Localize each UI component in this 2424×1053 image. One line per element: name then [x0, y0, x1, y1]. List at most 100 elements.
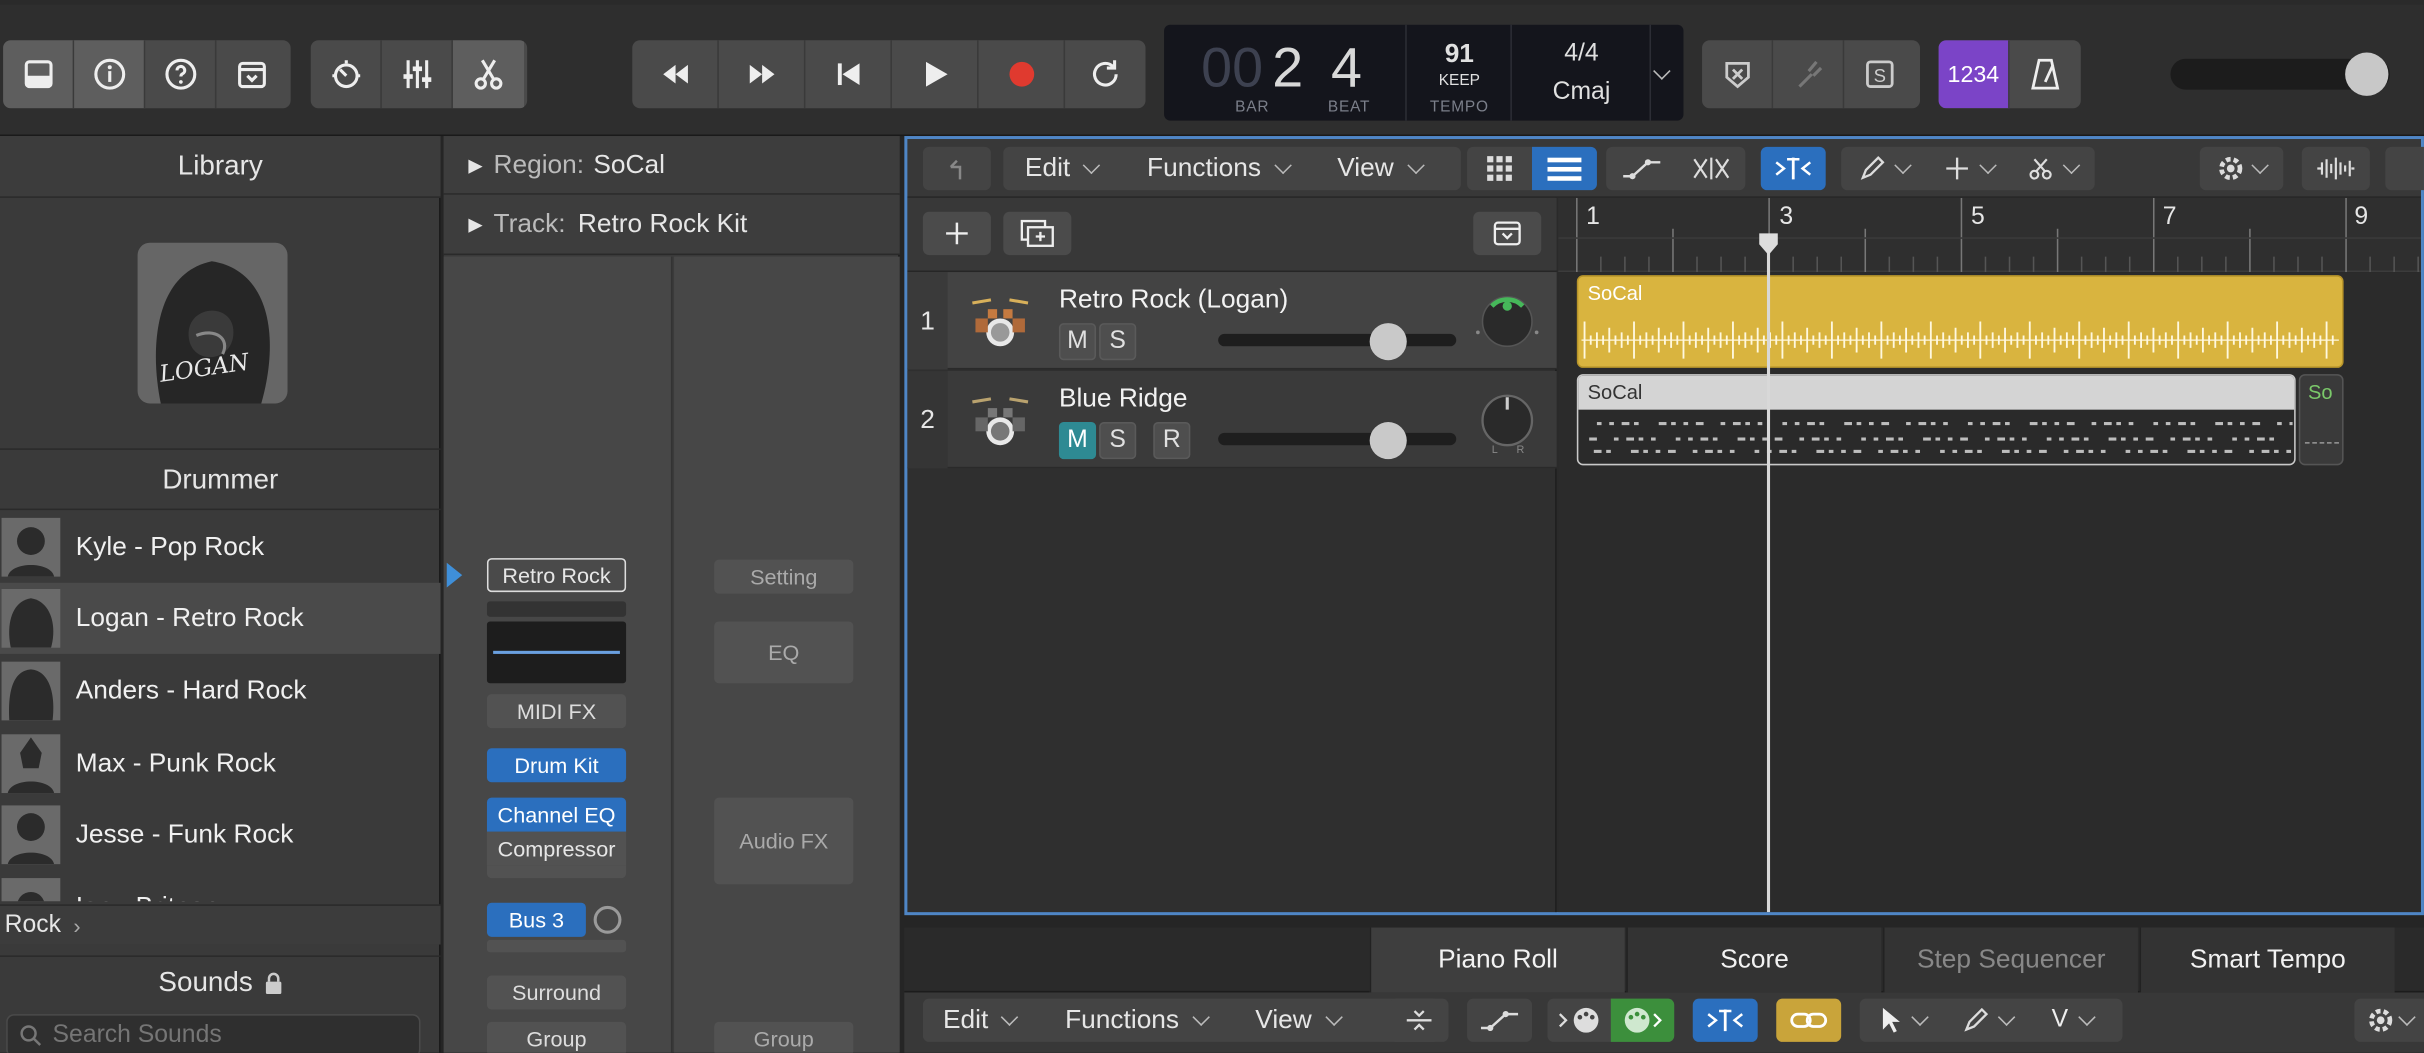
overflow-button[interactable] [2385, 146, 2424, 191]
library-button[interactable] [3, 40, 75, 109]
list-item-ian[interactable]: Ian - Britpop [0, 872, 441, 902]
duplicate-track-button[interactable] [1003, 211, 1072, 256]
eq-bar[interactable] [486, 601, 627, 617]
region-socal-track2[interactable]: SoCal [1576, 374, 2296, 466]
list-item-logan[interactable]: Logan - Retro Rock [0, 582, 441, 654]
setting-button-right[interactable]: Setting [714, 559, 854, 594]
list-item-jesse[interactable]: Jesse - Funk Rock [0, 799, 441, 870]
editor-settings-button[interactable] [2354, 998, 2424, 1042]
lcd-menu-button[interactable] [1651, 25, 1682, 121]
editor-catch-button[interactable] [1692, 998, 1758, 1042]
mute-button[interactable]: M [1058, 422, 1097, 460]
smart-controls-button[interactable] [311, 40, 382, 109]
editor-pencil-tool[interactable] [1945, 1007, 2030, 1033]
solo-mode-button[interactable]: S [1844, 40, 1915, 108]
breadcrumb[interactable]: Rock › [0, 904, 441, 945]
pan-knob[interactable] [1473, 288, 1541, 356]
toolbar-button[interactable] [216, 40, 287, 108]
solo-button[interactable]: S [1099, 422, 1137, 460]
automation-button[interactable] [1606, 147, 1676, 190]
edit-menu[interactable]: Edit [1025, 147, 1101, 190]
track-header[interactable]: ▶ Track: Retro Rock Kit [443, 194, 900, 256]
master-volume-knob[interactable] [2345, 52, 2389, 96]
eq-display[interactable] [486, 621, 627, 684]
record-enable-button[interactable]: R [1153, 422, 1191, 460]
fx-slot-channel-eq[interactable]: Channel EQ [486, 797, 627, 832]
fx-slot-empty[interactable] [486, 865, 627, 879]
solo-button[interactable]: S [1099, 323, 1137, 361]
send-level-knob[interactable] [593, 905, 622, 934]
replace-button[interactable] [1702, 40, 1774, 109]
rewind-button[interactable] [632, 40, 719, 109]
volume-slider[interactable] [1218, 333, 1457, 347]
fast-forward-button[interactable] [719, 40, 806, 109]
catch-button[interactable] [1760, 146, 1826, 191]
marquee-tool[interactable] [1926, 156, 2011, 181]
audio-fx-slot-right[interactable]: Audio FX [714, 797, 854, 885]
pan-knob[interactable]: L R [1473, 386, 1541, 454]
global-tracks-button[interactable] [1473, 211, 1542, 256]
setting-button[interactable]: Retro Rock [486, 558, 627, 593]
pointer-tool[interactable] [1860, 1006, 1945, 1034]
editor-edit-menu[interactable]: Edit [943, 999, 1019, 1042]
list-item-anders[interactable]: Anders - Hard Rock [0, 655, 441, 726]
midi-out-button[interactable] [1610, 998, 1675, 1042]
track-row-2[interactable]: 2 Blue Ridge M S R L R [907, 371, 1557, 469]
tab-score[interactable]: Score [1626, 927, 1882, 993]
playhead[interactable] [1766, 234, 1771, 913]
quick-help-button[interactable] [145, 40, 217, 109]
search-field[interactable] [6, 1014, 421, 1053]
tab-piano-roll[interactable]: Piano Roll [1369, 927, 1625, 993]
back-button[interactable] [922, 146, 991, 191]
midi-fx-slot[interactable]: MIDI FX [486, 694, 627, 729]
cycle-button[interactable] [1065, 40, 1145, 108]
breadcrumb-rock[interactable]: Rock [5, 911, 61, 939]
fx-slot-compressor[interactable]: Compressor [486, 831, 627, 866]
mixer-button[interactable] [382, 40, 453, 109]
velocity-tool[interactable]: V [2030, 1006, 2115, 1034]
signature-display[interactable]: 4/4 Cmaj [1512, 24, 1652, 121]
volume-knob[interactable] [1369, 323, 1407, 361]
link-button[interactable] [1776, 998, 1842, 1042]
tab-smart-tempo[interactable]: Smart Tempo [2139, 927, 2395, 993]
send-slot-empty[interactable] [486, 939, 627, 953]
volume-knob[interactable] [1369, 422, 1407, 460]
instrument-slot[interactable]: Drum Kit [486, 748, 627, 783]
bar-ruler[interactable]: 1 3 5 7 9 [1558, 197, 2421, 273]
waveform-zoom-button[interactable] [2301, 146, 2370, 191]
tracks-view-button[interactable] [1531, 146, 1597, 191]
list-item-max[interactable]: Max - Punk Rock [0, 728, 441, 799]
view-menu[interactable]: View [1337, 147, 1425, 190]
send-slot[interactable]: Bus 3 [486, 902, 586, 937]
tempo-display[interactable]: 91 KEEP TEMPO [1407, 24, 1512, 121]
flex-button[interactable] [1676, 147, 1746, 190]
editor-automation-button[interactable] [1467, 998, 1532, 1042]
pencil-tool[interactable] [1841, 156, 1926, 181]
add-track-button[interactable] [922, 211, 991, 256]
scissors-tool[interactable] [2011, 156, 2094, 181]
count-in-button[interactable]: 1234 [1938, 40, 2010, 109]
settings-button[interactable] [2199, 146, 2284, 191]
midi-in-button[interactable] [1547, 999, 1610, 1042]
editor-functions-menu[interactable]: Functions [1065, 999, 1210, 1042]
functions-menu[interactable]: Functions [1147, 147, 1292, 190]
inspector-button[interactable] [74, 40, 146, 109]
list-item-kyle[interactable]: Kyle - Pop Rock [0, 512, 441, 583]
track-name[interactable]: Blue Ridge [1059, 383, 1188, 414]
metronome-button[interactable] [2010, 40, 2081, 108]
region-so-track2[interactable]: So [2298, 374, 2344, 466]
position-display[interactable]: 00 2 4 BAR BEAT [1164, 24, 1407, 121]
grid-view-button[interactable] [1467, 147, 1532, 190]
region-header[interactable]: ▶ Region: SoCal [443, 136, 900, 195]
track-name[interactable]: Retro Rock (Logan) [1059, 284, 1288, 315]
region-socal-track1[interactable]: SoCal [1576, 275, 2344, 368]
search-input[interactable] [52, 1021, 393, 1050]
record-button[interactable] [979, 40, 1066, 109]
collapse-button[interactable] [1389, 998, 1449, 1042]
track-row-1[interactable]: 1 Retro Rock (Logan) M S [907, 272, 1557, 370]
tuner-button[interactable] [1773, 40, 1845, 109]
go-to-beginning-button[interactable] [805, 40, 892, 109]
lcd-display[interactable]: 00 2 4 BAR BEAT 91 KEEP TEMPO 4/4 Cmaj [1164, 24, 1684, 121]
editors-button[interactable] [452, 40, 525, 109]
volume-slider[interactable] [1218, 432, 1457, 446]
